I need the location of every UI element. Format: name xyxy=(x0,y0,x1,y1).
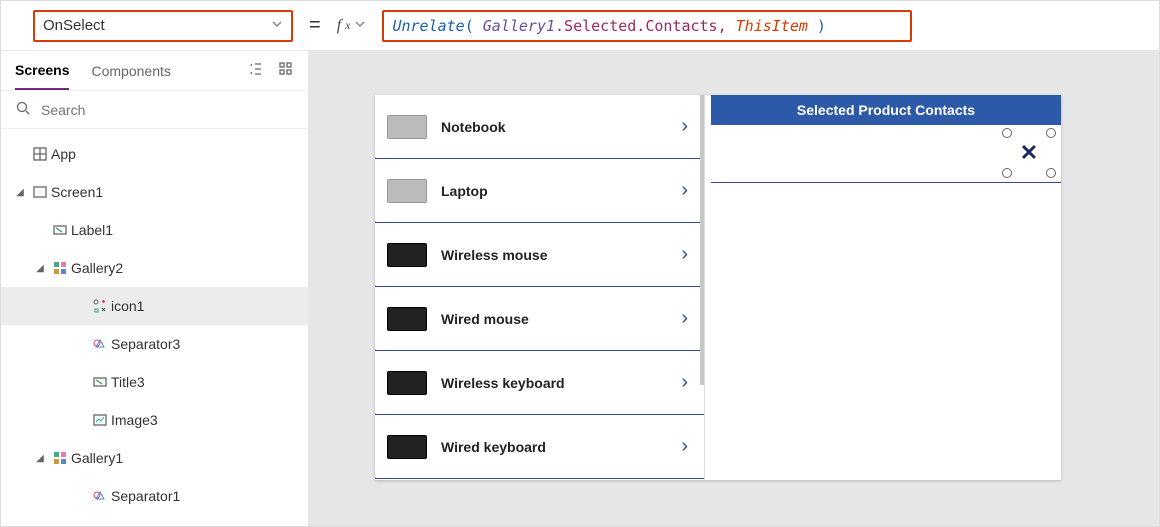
list-item[interactable]: Wired keyboard › xyxy=(375,415,704,479)
shape-icon xyxy=(89,336,111,352)
tree-label: icon1 xyxy=(111,298,144,314)
search-row xyxy=(1,91,308,129)
chevron-down-icon xyxy=(271,17,283,34)
tab-components[interactable]: Components xyxy=(91,51,170,90)
tree-label: Image3 xyxy=(111,412,158,428)
tree-view: App ◢ Screen1 Label1 ◢ Gallery2 xyxy=(1,129,308,526)
chevron-right-icon[interactable]: › xyxy=(681,435,688,458)
product-thumb xyxy=(387,307,427,331)
tab-screens[interactable]: Screens xyxy=(15,51,69,90)
gallery2[interactable]: Selected Product Contacts ✕ xyxy=(711,95,1061,480)
formula-bar: OnSelect = fx Unrelate( Gallery1.Selecte… xyxy=(1,1,1159,51)
expand-icon[interactable]: ◢ xyxy=(31,453,49,464)
search-icon xyxy=(15,100,31,119)
list-item[interactable]: Wireless keyboard › xyxy=(375,351,704,415)
panel-tabs: Screens Components xyxy=(1,51,308,91)
app-icon xyxy=(29,146,51,162)
expand-icon[interactable]: ◢ xyxy=(11,187,29,198)
tree-item-title3[interactable]: Title3 xyxy=(1,363,308,401)
list-item[interactable]: Laptop › xyxy=(375,159,704,223)
chevron-right-icon[interactable]: › xyxy=(681,307,688,330)
list-item[interactable]: Notebook › xyxy=(375,95,704,159)
product-thumb xyxy=(387,179,427,203)
formula-token-function: Unrelate xyxy=(392,17,464,35)
gallery-icon xyxy=(49,450,71,466)
formula-token-member: .Selected.Contacts, xyxy=(555,17,736,35)
tree-label: Separator1 xyxy=(111,488,180,504)
tree-label: Label1 xyxy=(71,222,113,238)
formula-token-paren: ( xyxy=(465,17,483,35)
equals-label: = xyxy=(303,14,327,37)
gallery2-template-row[interactable]: ✕ xyxy=(711,125,1061,183)
tree-item-gallery1[interactable]: ◢ Gallery1 xyxy=(1,439,308,477)
tree-item-separator1[interactable]: Separator1 xyxy=(1,477,308,515)
tree-label: App xyxy=(51,146,76,162)
tree-label: Separator3 xyxy=(111,336,180,352)
chevron-right-icon[interactable]: › xyxy=(681,243,688,266)
label-icon xyxy=(89,374,111,390)
tree-item-image3[interactable]: Image3 xyxy=(1,401,308,439)
search-input[interactable] xyxy=(41,102,294,118)
view-list-icon[interactable] xyxy=(274,57,298,84)
tree-item-icon1[interactable]: icon1 xyxy=(1,287,308,325)
formula-token-paren: ) xyxy=(808,17,826,35)
app-preview: Notebook › Laptop › Wireless mouse › xyxy=(375,95,1061,480)
tree-label: Screen1 xyxy=(51,184,103,200)
tree-label: Title3 xyxy=(111,374,145,390)
contacts-header: Selected Product Contacts xyxy=(711,95,1061,125)
scrollbar[interactable] xyxy=(700,95,704,385)
screen-icon xyxy=(29,184,51,200)
product-title: Notebook xyxy=(441,119,681,135)
image-icon xyxy=(89,412,111,428)
product-thumb xyxy=(387,243,427,267)
product-title: Wired keyboard xyxy=(441,439,681,455)
selected-control-icon1[interactable]: ✕ xyxy=(1007,133,1051,173)
formula-input[interactable]: Unrelate( Gallery1.Selected.Contacts, Th… xyxy=(382,10,912,42)
gallery1[interactable]: Notebook › Laptop › Wireless mouse › xyxy=(375,95,705,480)
chevron-right-icon[interactable]: › xyxy=(681,115,688,138)
product-title: Wired mouse xyxy=(441,311,681,327)
fx-label[interactable]: fx xyxy=(337,17,373,35)
tree-label: Gallery2 xyxy=(71,260,123,276)
product-thumb xyxy=(387,435,427,459)
formula-token-keyword: ThisItem xyxy=(736,17,808,35)
gallery-icon xyxy=(49,260,71,276)
product-title: Laptop xyxy=(441,183,681,199)
tree-item-gallery2[interactable]: ◢ Gallery2 xyxy=(1,249,308,287)
chevron-right-icon[interactable]: › xyxy=(681,371,688,394)
tree-panel: Screens Components xyxy=(1,51,309,526)
expand-icon[interactable]: ◢ xyxy=(31,263,49,274)
canvas[interactable]: Notebook › Laptop › Wireless mouse › xyxy=(309,51,1159,526)
list-item[interactable]: Wired mouse › xyxy=(375,287,704,351)
tree-item-app[interactable]: App xyxy=(1,135,308,173)
close-icon[interactable]: ✕ xyxy=(1020,140,1038,166)
icon-icon xyxy=(89,298,111,314)
list-item[interactable]: Wireless mouse › xyxy=(375,223,704,287)
product-thumb xyxy=(387,115,427,139)
label-icon xyxy=(49,222,71,238)
chevron-down-icon xyxy=(354,17,366,35)
tree-label: Gallery1 xyxy=(71,450,123,466)
product-title: Wireless keyboard xyxy=(441,375,681,391)
property-dropdown[interactable]: OnSelect xyxy=(33,10,293,42)
tree-item-label1[interactable]: Label1 xyxy=(1,211,308,249)
property-value: OnSelect xyxy=(43,17,105,34)
product-thumb xyxy=(387,371,427,395)
shape-icon xyxy=(89,488,111,504)
formula-token-object: Gallery1 xyxy=(483,17,555,35)
chevron-right-icon[interactable]: › xyxy=(681,179,688,202)
collapse-tree-icon[interactable] xyxy=(244,57,268,84)
tree-item-screen1[interactable]: ◢ Screen1 xyxy=(1,173,308,211)
tree-item-separator3[interactable]: Separator3 xyxy=(1,325,308,363)
product-title: Wireless mouse xyxy=(441,247,681,263)
